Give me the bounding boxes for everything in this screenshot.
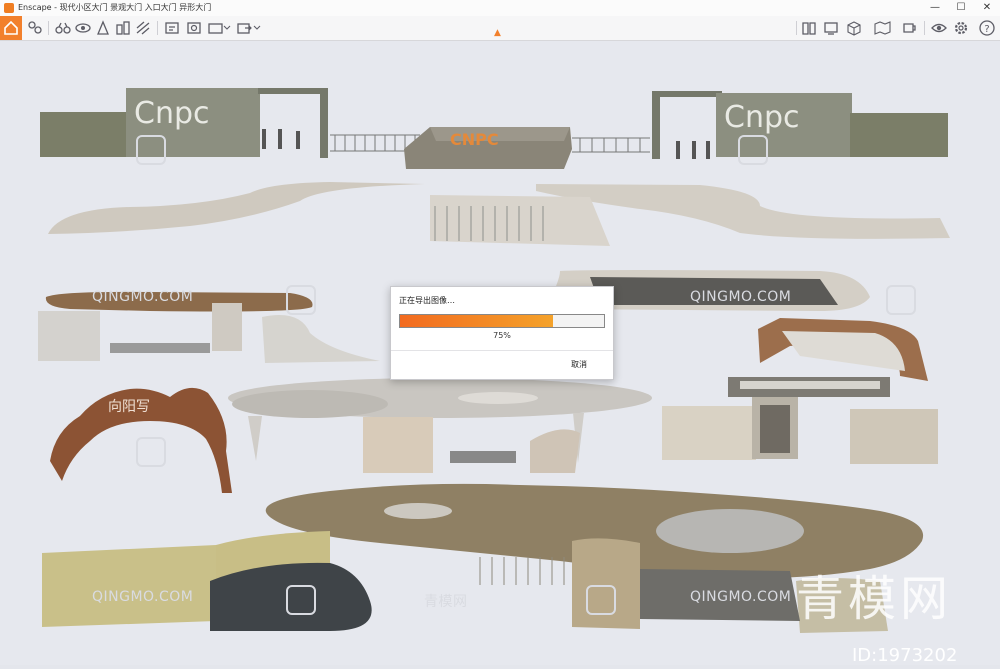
lightbulb-icon[interactable] xyxy=(94,19,112,37)
watermark-id: ID:1973202 xyxy=(852,645,958,666)
minimize-button[interactable]: — xyxy=(922,0,948,16)
title-bar: Enscape - 现代小区大门 景观大门 入口大门 异形大门 — ☐ ✕ xyxy=(0,0,1000,16)
cnpc-sign-left: Cnpc xyxy=(134,96,210,131)
binoculars-icon[interactable] xyxy=(54,19,72,37)
progress-bar xyxy=(399,314,605,328)
video-path-icon[interactable] xyxy=(207,19,233,37)
watermark-logo-icon xyxy=(136,135,166,165)
cup-icon[interactable] xyxy=(900,19,918,37)
watermark-logo-icon xyxy=(286,585,316,615)
cnpc-sign-right: Cnpc xyxy=(724,100,800,135)
buildings-icon[interactable] xyxy=(114,19,132,37)
layers-icon[interactable] xyxy=(74,19,92,37)
close-button[interactable]: ✕ xyxy=(974,0,1000,16)
watermark-logo-icon xyxy=(586,585,616,615)
cnpc-sign-center: CNPC xyxy=(450,130,499,149)
asset-library-icon[interactable] xyxy=(26,19,44,37)
watermark-logo-icon xyxy=(738,135,768,165)
enscape-logo-icon xyxy=(4,3,14,13)
dialog-title: 正在导出图像… xyxy=(399,296,455,305)
progress-percent: 75% xyxy=(493,331,511,340)
help-icon[interactable]: ? xyxy=(978,19,996,37)
watermark-text: QINGMO.COM xyxy=(92,289,194,305)
progress-fill xyxy=(400,315,553,327)
window-title: Enscape - 现代小区大门 景观大门 入口大门 异形大门 xyxy=(18,3,212,12)
book-icon[interactable] xyxy=(800,19,818,37)
cancel-button[interactable]: 取消 xyxy=(571,359,587,370)
home-icon[interactable] xyxy=(0,16,22,40)
texture-icon[interactable] xyxy=(134,19,152,37)
svg-text:?: ? xyxy=(984,24,989,35)
panorama-icon[interactable] xyxy=(185,19,203,37)
cube-icon[interactable] xyxy=(844,19,868,37)
watermark-logo-icon xyxy=(286,285,316,315)
watermark-cn-text: 青模网 xyxy=(424,594,468,610)
eye-icon[interactable] xyxy=(930,19,948,37)
collapse-toolbar-icon[interactable]: ▲ xyxy=(494,28,501,38)
arch-sign: 向阳写 xyxy=(108,399,150,415)
watermark-logo-icon xyxy=(886,285,916,315)
export-icon[interactable] xyxy=(236,19,262,37)
dialog-divider xyxy=(391,350,613,351)
monitor-icon[interactable] xyxy=(822,19,840,37)
watermark-text: QINGMO.COM xyxy=(690,289,792,305)
gear-icon[interactable] xyxy=(952,19,970,37)
map-icon[interactable] xyxy=(872,19,896,37)
maximize-button[interactable]: ☐ xyxy=(948,0,974,16)
watermark-text: QINGMO.COM xyxy=(92,589,194,605)
watermark-text: QINGMO.COM xyxy=(690,589,792,605)
export-progress-dialog: 正在导出图像… 75% 取消 xyxy=(390,286,614,380)
watermark-big-cn: 青模网 xyxy=(796,571,953,627)
render-image-icon[interactable] xyxy=(163,19,181,37)
watermark-logo-icon xyxy=(136,437,166,467)
